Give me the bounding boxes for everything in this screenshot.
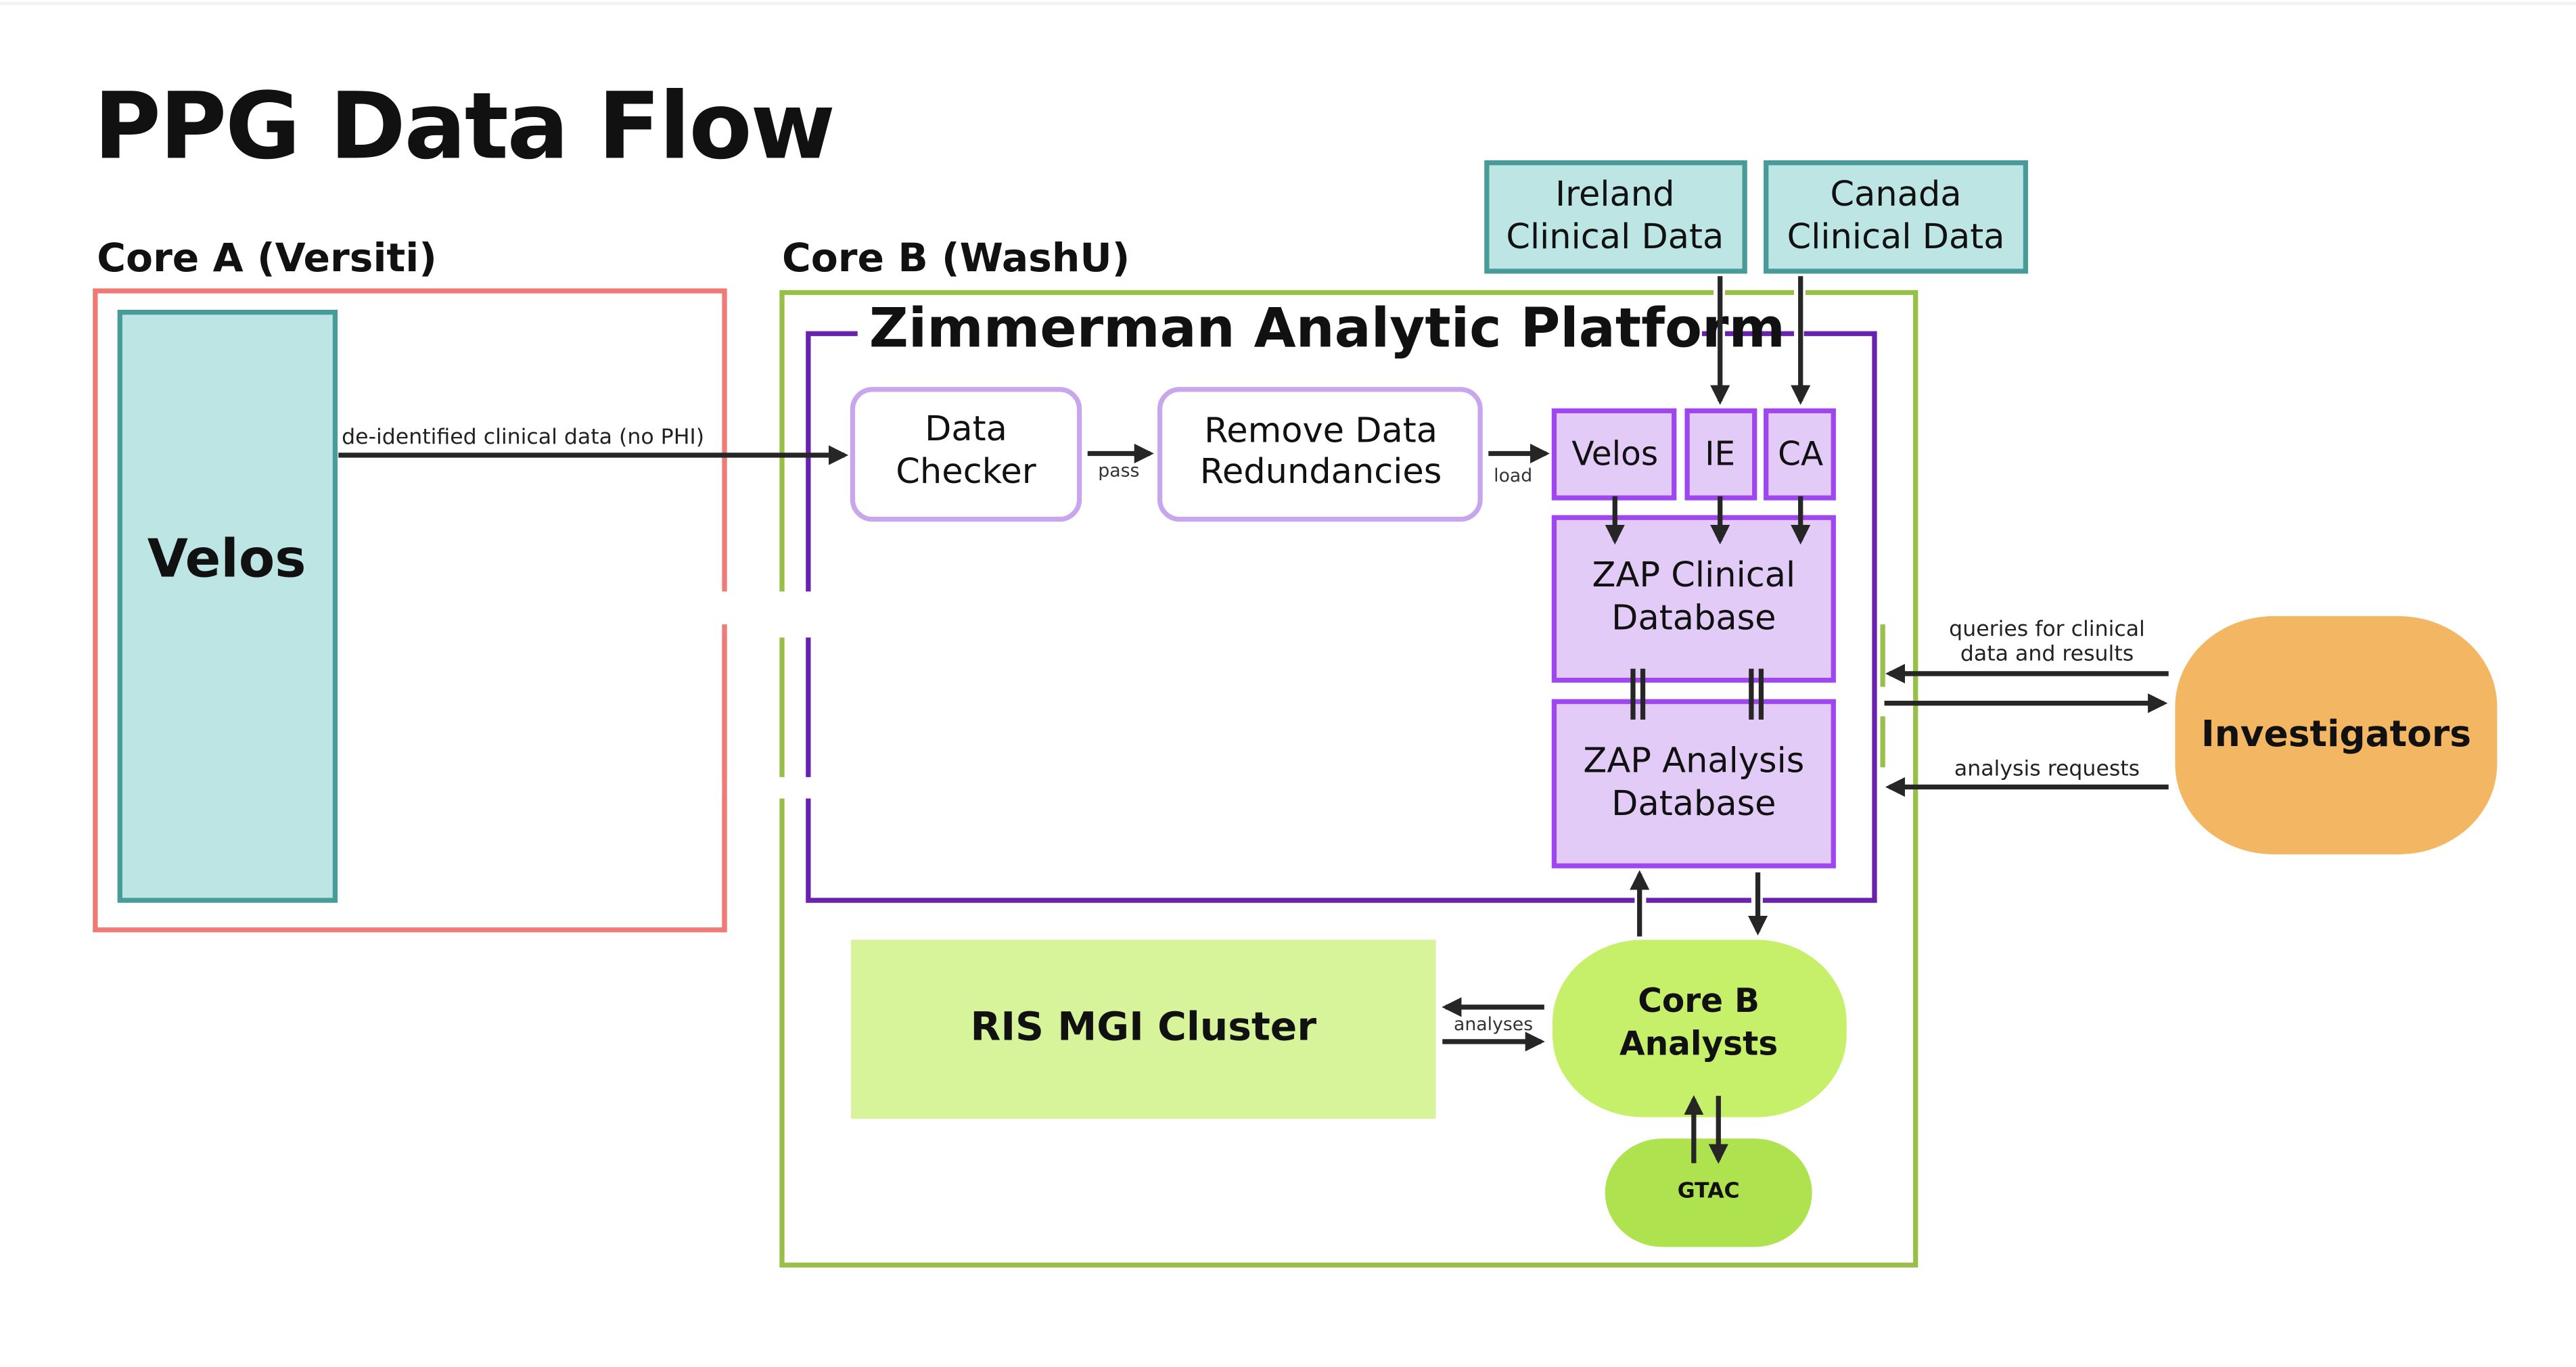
- core-b-analysts-label-2: Analysts: [1619, 1025, 1778, 1063]
- remove-redundancies-label-1: Remove Data: [1204, 411, 1438, 451]
- ca-staging-label: CA: [1778, 436, 1823, 473]
- remove-redundancies-label-2: Redundancies: [1200, 452, 1442, 492]
- pass-label: pass: [1098, 461, 1139, 482]
- queries-label-2: data and results: [1960, 642, 2134, 666]
- ireland-label-2: Clinical Data: [1506, 217, 1724, 257]
- analyses-label: analyses: [1454, 1014, 1533, 1035]
- queries-label-1: queries for clinical: [1949, 617, 2145, 641]
- deidentified-label: de-identified clinical data (no PHI): [342, 425, 704, 449]
- velos-source-node[interactable]: [117, 309, 338, 903]
- zap-clinical-label-1: ZAP Clinical: [1592, 555, 1796, 595]
- ris-mgi-cluster-label: RIS MGI Cluster: [971, 1004, 1317, 1050]
- zap-analysis-label-1: ZAP Analysis: [1583, 741, 1804, 781]
- canada-label-2: Clinical Data: [1787, 217, 2005, 257]
- data-checker-label-2: Checker: [896, 452, 1036, 492]
- zap-title: Zimmerman Analytic Platform: [869, 297, 1785, 360]
- page-title: PPG Data Flow: [93, 73, 833, 180]
- zap-analysis-label-2: Database: [1611, 784, 1776, 824]
- velos-staging-label: Velos: [1571, 436, 1658, 473]
- gtac-label: GTAC: [1678, 1179, 1740, 1203]
- analysis-requests-label: analysis requests: [1954, 757, 2140, 781]
- ireland-label-1: Ireland: [1555, 175, 1674, 214]
- core-b-analysts-label-1: Core B: [1638, 982, 1760, 1020]
- core-b-label: Core B (WashU): [782, 235, 1130, 281]
- data-checker-label-1: Data: [925, 409, 1007, 449]
- core-a-label: Core A (Versiti): [97, 235, 437, 281]
- velos-source-label: Velos: [147, 529, 306, 590]
- ie-staging-label: IE: [1705, 436, 1735, 473]
- zap-clinical-label-2: Database: [1611, 598, 1776, 638]
- canada-label-1: Canada: [1831, 175, 1962, 214]
- investigators-label: Investigators: [2201, 712, 2471, 755]
- load-label: load: [1494, 465, 1532, 486]
- ppg-data-flow-diagram: PPG Data Flow Core A (Versiti) Velos Cor…: [0, 1, 2576, 1268]
